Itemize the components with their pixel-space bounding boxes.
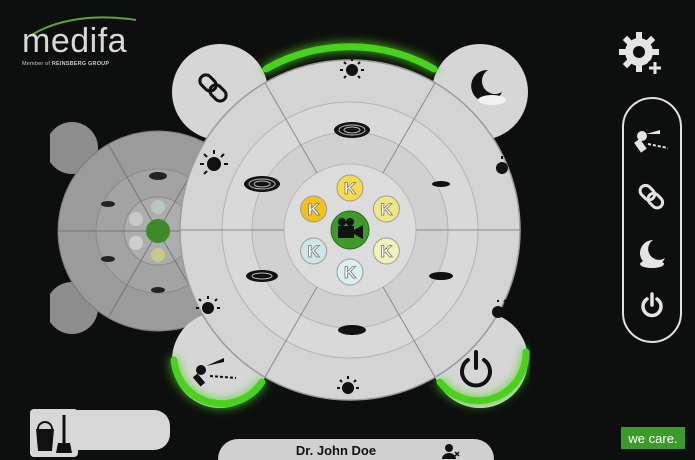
k-button-label: K <box>307 242 320 261</box>
member-of-label: Member of REINSBERG GROUP <box>22 61 110 67</box>
cleaning-slider-track[interactable] <box>74 410 170 450</box>
logo-text: medifa <box>22 22 128 60</box>
user-bar[interactable]: Dr. John Doe <box>218 439 494 460</box>
examination-light-button[interactable] <box>632 121 672 161</box>
k-button-label: K <box>344 263 357 282</box>
night-mode-icon <box>640 240 665 268</box>
main-lamp-dial[interactable]: K K K K K K <box>158 30 530 430</box>
user-name: Dr. John Doe <box>295 443 377 458</box>
k-button[interactable]: K <box>372 195 400 223</box>
k-button[interactable]: K <box>372 237 400 265</box>
k-button-label: K <box>380 242 393 261</box>
power-icon <box>641 292 663 318</box>
quick-actions-panel <box>622 97 682 343</box>
night-mode-button[interactable] <box>632 233 672 273</box>
we-care-badge: we care. <box>621 427 685 449</box>
camera-button[interactable] <box>330 210 370 250</box>
link-icon <box>638 183 665 210</box>
settings-gear-icon[interactable] <box>617 30 665 78</box>
examination-light-icon <box>634 130 669 153</box>
k-button-label: K <box>307 200 320 219</box>
k-button-label: K <box>380 200 393 219</box>
power-button[interactable] <box>632 285 672 325</box>
k-button[interactable]: K <box>336 174 364 202</box>
k-button[interactable]: K <box>300 195 328 223</box>
cleaning-bucket-icon <box>36 415 72 453</box>
k-button[interactable]: K <box>336 258 364 286</box>
k-button-label: K <box>344 179 357 198</box>
screen: K K K K K K medifa Member of REINSBERG GROUP <box>0 0 695 460</box>
company-logo: medifa Member of REINSBERG GROUP <box>22 24 127 67</box>
cleaning-mode-button[interactable] <box>30 409 78 457</box>
user-icon[interactable] <box>442 443 460 459</box>
link-button[interactable] <box>632 177 672 217</box>
k-button[interactable]: K <box>300 237 328 265</box>
